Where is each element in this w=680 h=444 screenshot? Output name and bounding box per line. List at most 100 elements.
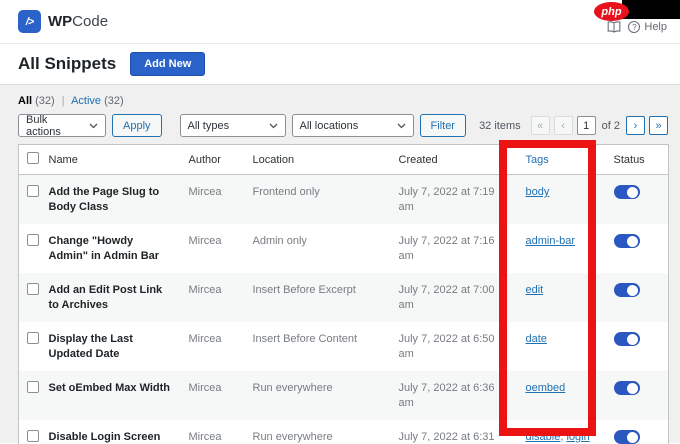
snippet-name[interactable]: Set oEmbed Max Width	[40, 371, 181, 421]
table-row: Add the Page Slug to Body Class Mircea F…	[18, 174, 669, 225]
snippet-status-cell	[605, 174, 669, 225]
row-checkbox-cell	[18, 371, 41, 421]
tag-link[interactable]: disable	[526, 431, 561, 443]
table-header-row: Name Author Location Created Tags Status	[18, 144, 669, 175]
row-checkbox-cell	[19, 224, 41, 273]
status-toggle[interactable]	[613, 332, 640, 347]
chevron-down-icon	[89, 123, 98, 129]
view-link-all[interactable]: All	[18, 95, 32, 107]
select-all-cell	[18, 144, 41, 175]
tag-link[interactable]: date	[526, 333, 547, 345]
snippet-name[interactable]: Change "Howdy Admin" in Admin Bar	[41, 224, 181, 273]
snippet-name[interactable]: Disable Login Screen Language Switcher	[41, 420, 181, 444]
row-checkbox[interactable]	[27, 430, 39, 443]
prev-page-button[interactable]: ‹	[553, 116, 573, 135]
wpcode-logo-icon: />	[18, 10, 41, 33]
admin-top-bar: /> WPCode ? Help php	[0, 0, 680, 44]
snippet-tags: admin-bar	[512, 224, 606, 273]
page-of-label: of 2	[601, 119, 620, 132]
snippets-table-body: Add the Page Slug to Body Class Mircea F…	[18, 174, 669, 444]
snippet-status-cell	[606, 420, 669, 444]
filter-controls: Bulk actions Apply All types All locatio…	[18, 113, 466, 138]
tag-link[interactable]: edit	[526, 284, 544, 296]
column-header-tags: Tags	[511, 144, 606, 175]
snippet-author: Mircea	[188, 431, 222, 444]
snippet-location: Insert Before Content	[252, 333, 358, 346]
wpcode-logo: /> WPCode	[18, 10, 108, 33]
snippet-status-cell	[606, 322, 669, 371]
locations-select[interactable]: All locations	[291, 114, 414, 137]
view-link-active[interactable]: Active	[71, 95, 101, 107]
row-checkbox-cell	[18, 273, 41, 323]
bulk-actions-select[interactable]: Bulk actions	[18, 113, 106, 138]
select-all-checkbox[interactable]	[27, 152, 39, 164]
snippet-name[interactable]: Display the Last Updated Date	[41, 322, 181, 371]
snippet-location: Insert Before Excerpt	[244, 273, 391, 323]
wpcode-logo-text: WPCode	[48, 13, 108, 30]
last-page-button[interactable]: »	[649, 116, 668, 135]
view-count-all: (32)	[35, 95, 55, 107]
column-header-author: Author	[180, 144, 245, 175]
column-header-location: Location	[244, 144, 391, 175]
row-checkbox[interactable]	[27, 332, 39, 345]
status-toggle[interactable]	[613, 283, 640, 298]
snippet-author: Mircea	[188, 333, 222, 346]
status-toggle[interactable]	[613, 234, 640, 249]
snippet-status-cell	[605, 371, 669, 421]
current-page-input[interactable]: 1	[576, 116, 596, 135]
row-checkbox[interactable]	[27, 283, 39, 296]
column-header-created[interactable]: Created	[390, 144, 512, 175]
status-toggle[interactable]	[613, 381, 640, 396]
snippet-author: Mircea	[188, 235, 222, 248]
table-row: Set oEmbed Max Width Mircea Run everywhe…	[18, 371, 669, 421]
snippet-tags: oembed	[511, 371, 606, 421]
pagination: 32 items « ‹ 1 of 2 › »	[479, 116, 668, 135]
snippets-table: Name Author Location Created Tags Status…	[18, 144, 669, 444]
status-toggle[interactable]	[613, 430, 640, 444]
row-checkbox-cell	[19, 322, 41, 371]
docs-book-icon[interactable]	[607, 21, 621, 33]
row-checkbox[interactable]	[27, 185, 39, 197]
view-separator: |	[61, 95, 65, 107]
snippet-name[interactable]: Add an Edit Post Link to Archives	[40, 273, 181, 323]
snippet-created: July 7, 2022 at 7:19 am	[390, 174, 512, 225]
next-page-button[interactable]: ›	[626, 116, 645, 135]
snippet-author: Mircea	[180, 174, 245, 225]
view-count-active: (32)	[104, 95, 124, 107]
table-row: Change "Howdy Admin" in Admin Bar Mircea…	[19, 224, 669, 273]
first-page-button[interactable]: «	[530, 116, 550, 135]
title-bar: All Snippets Add New	[0, 44, 680, 85]
snippet-tags: date	[512, 322, 606, 371]
snippet-name[interactable]: Add the Page Slug to Body Class	[40, 174, 181, 225]
snippet-tags: body	[511, 174, 606, 225]
tags-column-link[interactable]: Tags	[526, 154, 549, 166]
status-toggle[interactable]	[613, 185, 640, 199]
logo-text-code: Code	[72, 13, 109, 30]
apply-button[interactable]: Apply	[112, 114, 162, 137]
snippet-created: July 7, 2022 at 7:16 am	[398, 235, 495, 262]
table-row: Disable Login Screen Language Switcher M…	[19, 420, 669, 444]
row-checkbox[interactable]	[27, 234, 39, 247]
filter-button[interactable]: Filter	[419, 114, 466, 137]
bulk-actions-label: Bulk actions	[26, 113, 61, 138]
add-new-button[interactable]: Add New	[130, 52, 206, 76]
snippet-author: Mircea	[180, 273, 245, 323]
row-checkbox[interactable]	[27, 381, 39, 394]
help-button[interactable]: ? Help	[628, 21, 667, 33]
snippet-created: July 7, 2022 at 6:31 am	[398, 431, 495, 444]
items-count: 32 items	[479, 119, 521, 132]
column-header-status: Status	[605, 144, 669, 175]
locations-label: All locations	[299, 119, 359, 132]
help-area: ? Help	[607, 21, 667, 33]
content-area: All (32) | Active (32) Bulk actions Appl…	[0, 85, 680, 444]
chevron-down-icon	[269, 123, 278, 129]
column-header-name[interactable]: Name	[40, 144, 181, 175]
tag-link[interactable]: body	[526, 186, 550, 198]
tag-link[interactable]: oembed	[526, 382, 566, 394]
snippet-location: Frontend only	[244, 174, 391, 225]
tag-link[interactable]: admin-bar	[526, 235, 576, 247]
snippet-location: Admin only	[252, 235, 307, 248]
types-select[interactable]: All types	[179, 114, 286, 137]
tag-link[interactable]: login	[566, 431, 589, 443]
logo-text-wp: WP	[48, 13, 73, 30]
